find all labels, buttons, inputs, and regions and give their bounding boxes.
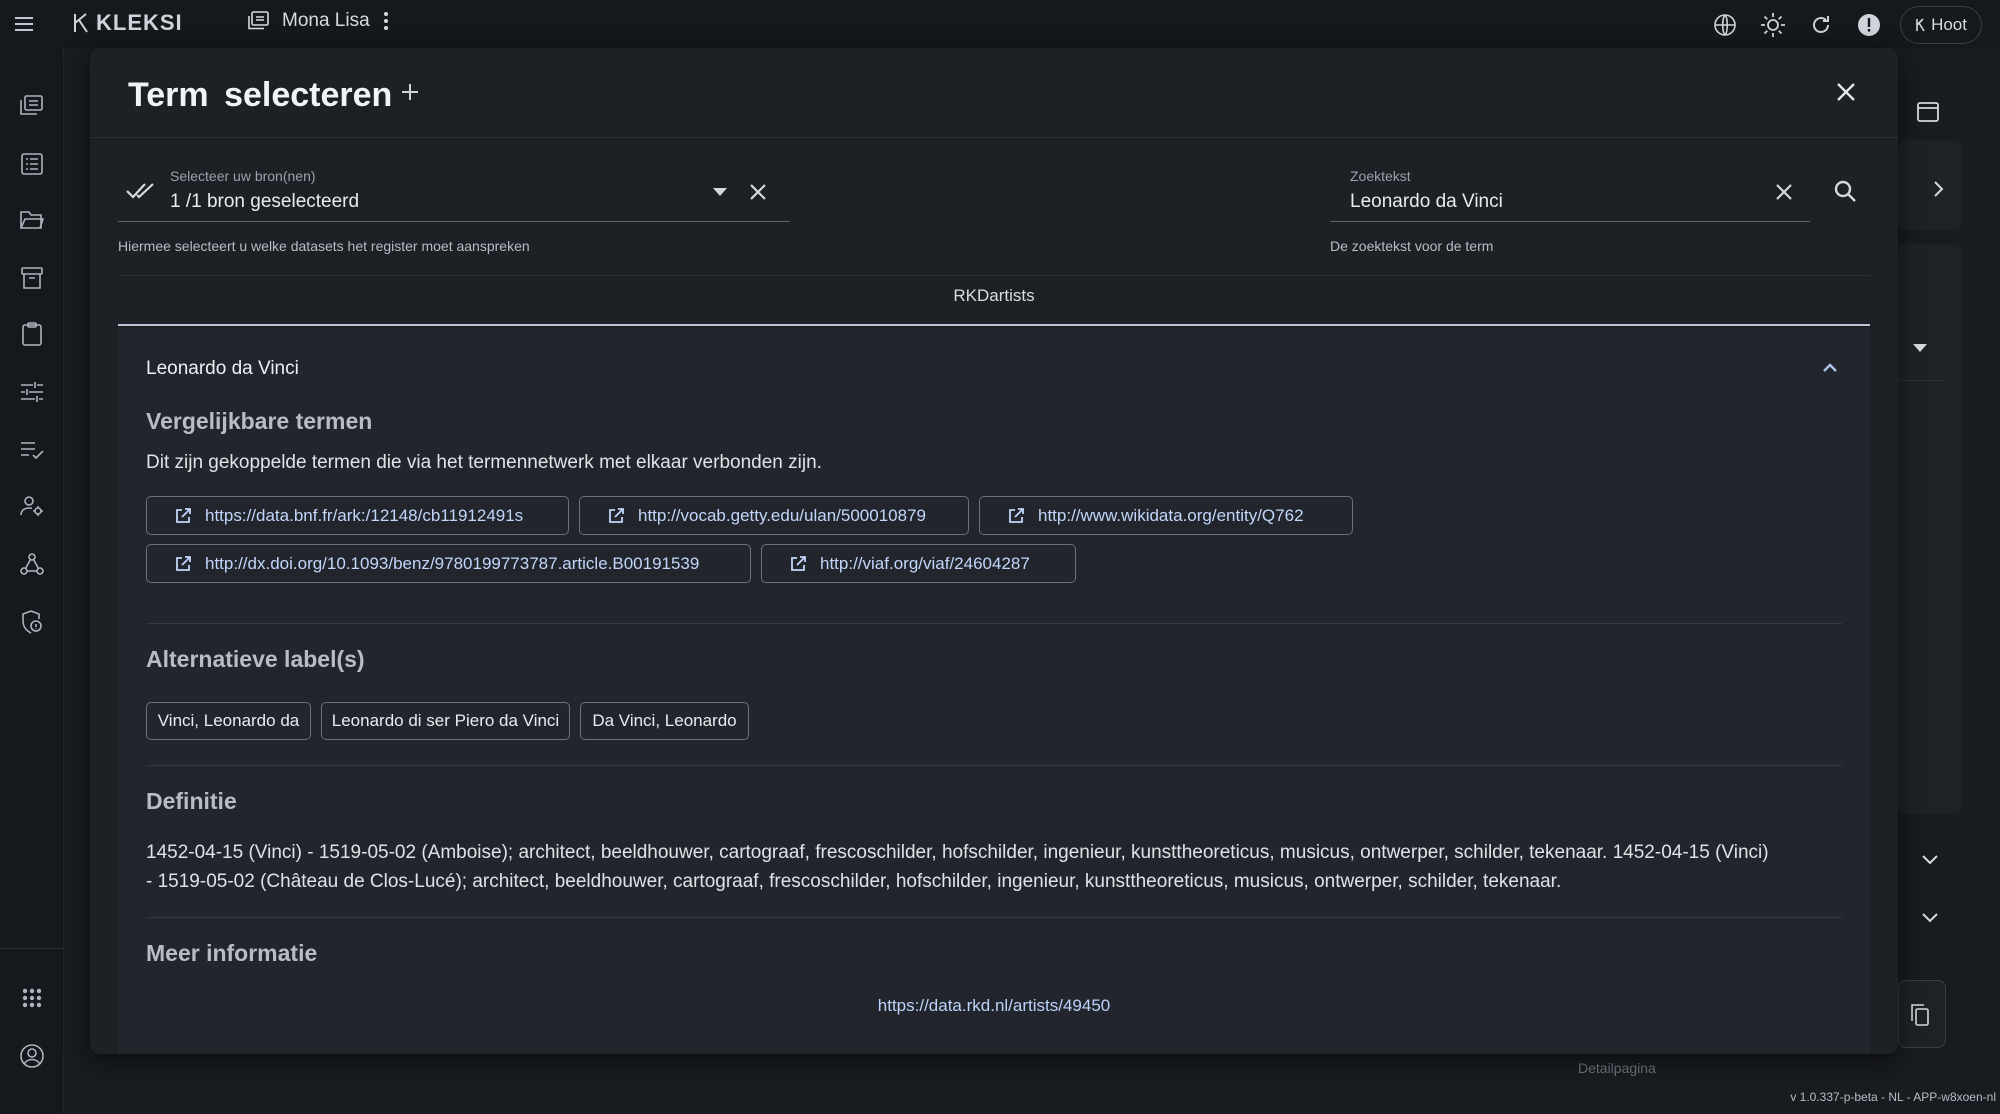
chevron-down-icon[interactable] <box>1918 848 1942 872</box>
shield-icon[interactable] <box>0 600 64 644</box>
term-link-text: http://viaf.org/viaf/24604287 <box>820 553 1030 573</box>
source-select-hint: Hiermee selecteert u welke datasets het … <box>118 238 530 254</box>
definition-heading: Definitie <box>146 788 237 814</box>
list-icon[interactable] <box>0 142 64 186</box>
alt-label-chip[interactable]: Leonardo di ser Piero da Vinci <box>321 702 570 740</box>
document-title: Mona Lisa <box>248 10 390 32</box>
search-icon <box>1834 180 1856 202</box>
dialog-header: Term selecteren <box>90 48 1898 138</box>
caret-down-icon[interactable] <box>708 180 732 204</box>
double-check-icon <box>126 176 156 206</box>
search-button[interactable] <box>1828 174 1862 208</box>
version-label: v 1.0.337-p-beta - NL - APP-w8xoen-nl <box>1790 1090 1996 1104</box>
section-divider <box>146 623 1842 624</box>
sliders-icon[interactable] <box>0 370 64 414</box>
clear-sources-button[interactable] <box>744 178 772 206</box>
rail-separator <box>0 948 64 949</box>
tab-rkdartists[interactable]: RKDartists <box>118 268 1870 326</box>
more-info-heading: Meer informatie <box>146 940 318 966</box>
library-icon[interactable] <box>0 84 64 128</box>
term-link-text: http://www.wikidata.org/entity/Q762 <box>1038 505 1304 525</box>
document-icon <box>248 11 269 30</box>
more-info-link[interactable]: https://data.rkd.nl/artists/49450 <box>118 996 1870 1016</box>
refresh-icon[interactable] <box>1804 7 1838 43</box>
term-link-text: http://vocab.getty.edu/ulan/500010879 <box>638 505 926 525</box>
background-divider <box>1898 380 1946 381</box>
result-title: Leonardo da Vinci <box>146 358 299 379</box>
close-icon <box>1776 184 1792 200</box>
search-field-label: Zoektekst <box>1350 168 1411 184</box>
alert-icon[interactable] <box>1852 7 1886 43</box>
left-rail <box>0 48 64 1114</box>
top-actions: Hoot <box>1708 6 1982 44</box>
apps-icon[interactable] <box>0 976 64 1020</box>
caret-down-icon[interactable] <box>1908 336 1932 360</box>
archive-icon[interactable] <box>0 256 64 300</box>
user-settings-icon[interactable] <box>0 484 64 528</box>
sun-icon[interactable] <box>1756 7 1790 43</box>
term-link[interactable]: http://www.wikidata.org/entity/Q762 <box>979 496 1353 535</box>
more-vert-icon[interactable] <box>382 10 390 32</box>
term-link[interactable]: http://dx.doi.org/10.1093/benz/978019977… <box>146 544 751 583</box>
network-icon[interactable] <box>0 542 64 586</box>
open-in-new-icon <box>176 507 191 523</box>
section-divider <box>146 917 1842 918</box>
source-select-label: Selecteer uw bron(nen) <box>170 168 316 184</box>
chevron-up-icon <box>1823 363 1837 372</box>
dialog-title: Term selecteren <box>128 76 393 114</box>
alt-label-chip[interactable]: Da Vinci, Leonardo <box>580 702 749 740</box>
alt-labels-heading: Alternatieve label(s) <box>146 646 365 672</box>
detail-page-label: Detailpagina <box>1578 1060 1656 1076</box>
section-divider <box>146 765 1842 766</box>
comparable-terms-heading: Vergelijkbare termen <box>146 408 373 434</box>
document-title-text: Mona Lisa <box>282 10 370 31</box>
term-result-panel: Leonardo da Vinci Vergelijkbare termen D… <box>118 328 1870 1054</box>
user-name: Hoot <box>1931 15 1967 34</box>
close-dialog-button[interactable] <box>1824 70 1868 114</box>
term-link-text: http://dx.doi.org/10.1093/benz/978019977… <box>205 553 700 573</box>
close-icon <box>750 184 766 200</box>
background-panel <box>1898 244 1962 814</box>
globe-icon[interactable] <box>1708 7 1742 43</box>
brand-logo[interactable]: KLEKSI <box>72 10 183 36</box>
definition-line-1: 1452-04-15 (Vinci) - 1519-05-02 (Amboise… <box>146 842 1769 863</box>
user-menu[interactable]: Hoot <box>1900 6 1982 44</box>
open-in-new-icon <box>609 507 624 523</box>
term-link[interactable]: https://data.bnf.fr/ark:/12148/cb1191249… <box>146 496 569 535</box>
copy-icon[interactable] <box>1908 1002 1932 1028</box>
clipboard-icon[interactable] <box>0 312 64 356</box>
comparable-terms-description: Dit zijn gekoppelde termen die via het t… <box>146 452 822 473</box>
menu-icon[interactable] <box>0 0 48 48</box>
clear-search-button[interactable] <box>1770 178 1798 206</box>
search-field-value[interactable]: Leonardo da Vinci <box>1350 191 1503 213</box>
source-select-value: 1 /1 bron geselecteerd <box>170 191 360 212</box>
account-icon[interactable] <box>0 1034 64 1078</box>
search-field[interactable]: Zoektekst Leonardo da Vinci <box>1330 160 1810 222</box>
logo-icon <box>74 13 88 33</box>
checklist-icon[interactable] <box>0 428 64 472</box>
term-link[interactable]: http://viaf.org/viaf/24604287 <box>761 544 1076 583</box>
alt-label-chip[interactable]: Vinci, Leonardo da <box>146 702 311 740</box>
open-in-new-icon <box>176 555 191 571</box>
window-icon[interactable] <box>1914 98 1942 126</box>
chevron-right-icon[interactable] <box>1926 176 1952 202</box>
plus-icon <box>402 84 418 100</box>
folder-icon[interactable] <box>0 198 64 242</box>
term-select-dialog: Term selecteren Selecteer uw bron(nen) 1… <box>90 48 1898 1054</box>
close-icon <box>1837 83 1855 101</box>
top-bar: KLEKSI Mona Lisa Hoot <box>0 0 2000 48</box>
search-field-hint: De zoektekst voor de term <box>1330 238 1494 254</box>
chevron-down-icon[interactable] <box>1918 906 1942 930</box>
definition-line-2: - 1519-05-02 (Château de Clos-Lucé); arc… <box>146 871 1562 892</box>
term-link[interactable]: http://vocab.getty.edu/ulan/500010879 <box>579 496 969 535</box>
brand-name: KLEKSI <box>96 10 183 35</box>
logo-small-icon <box>1916 18 1925 32</box>
source-select[interactable]: Selecteer uw bron(nen) 1 /1 bron geselec… <box>118 160 790 222</box>
open-in-new-icon <box>1009 507 1024 523</box>
tab-rkdartists-label: RKDartists <box>953 286 1035 305</box>
collapse-result-button[interactable] <box>1814 352 1846 384</box>
term-link-text: https://data.bnf.fr/ark:/12148/cb1191249… <box>205 505 524 525</box>
open-in-new-icon <box>791 555 806 571</box>
add-term-button[interactable] <box>390 72 430 112</box>
